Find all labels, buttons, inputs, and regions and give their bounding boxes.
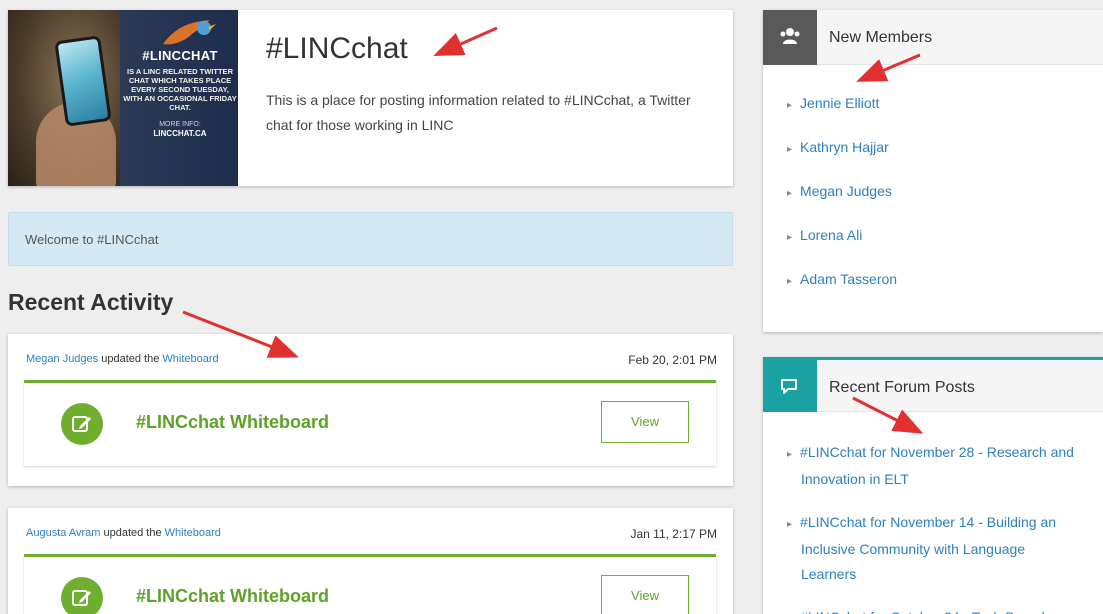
users-icon: [763, 10, 817, 65]
member-link[interactable]: Lorena Ali: [763, 227, 1103, 271]
chat-bubble-icon: [763, 360, 817, 412]
promo-hashtag: #LINCCHAT: [142, 48, 218, 63]
phone-photo: [8, 10, 120, 186]
widget-title: Recent Forum Posts: [829, 379, 975, 396]
twitter-bird-icon: [163, 20, 216, 45]
activity-timestamp: Feb 20, 2:01 PM: [628, 353, 717, 367]
whiteboard-title[interactable]: #LINCchat Whiteboard: [136, 586, 329, 607]
welcome-banner: Welcome to #LINCchat: [8, 212, 733, 266]
activity-meta: Augusta Avram updated the Whiteboard: [26, 527, 221, 539]
group-title: #LINCchat: [266, 32, 408, 65]
forum-post-link[interactable]: #LINCchat for November 28 - Research and…: [800, 440, 1079, 492]
forum-post-link[interactable]: #LINCchat for November 14 - Building an …: [800, 510, 1079, 587]
forum-post-list: #LINCchat for November 28 - Research and…: [763, 412, 1103, 614]
promo-text: #LINCCHAT IS A LINC RELATED TWITTER CHAT…: [122, 48, 238, 138]
activity-verb: updated the: [103, 527, 162, 539]
whiteboard-title[interactable]: #LINCchat Whiteboard: [136, 412, 329, 433]
member-list: Jennie Elliott Kathryn Hajjar Megan Judg…: [763, 65, 1103, 315]
whiteboard-item: #LINCchat Whiteboard View: [24, 380, 716, 466]
activity-timestamp: Jan 11, 2:17 PM: [630, 527, 718, 541]
promo-more-label: MORE INFO:: [159, 121, 201, 128]
forum-posts-widget: Recent Forum Posts #LINCchat for Novembe…: [763, 357, 1103, 614]
view-button[interactable]: View: [601, 575, 689, 614]
whiteboard-item: #LINCchat Whiteboard View: [24, 554, 716, 614]
member-link[interactable]: Jennie Elliott: [763, 95, 1103, 139]
activity-target-link[interactable]: Whiteboard: [165, 527, 221, 539]
edit-icon: [61, 577, 103, 614]
activity-user-link[interactable]: Augusta Avram: [26, 527, 100, 539]
group-description: This is a place for posting information …: [266, 92, 691, 133]
member-link[interactable]: Megan Judges: [763, 183, 1103, 227]
activity-target-link[interactable]: Whiteboard: [162, 353, 218, 365]
member-link[interactable]: Kathryn Hajjar: [763, 139, 1103, 183]
group-cover-image: #LINCCHAT IS A LINC RELATED TWITTER CHAT…: [8, 10, 238, 186]
widget-title: New Members: [829, 29, 933, 46]
activity-verb: updated the: [101, 353, 160, 365]
activity-user-link[interactable]: Megan Judges: [26, 353, 98, 365]
edit-icon: [61, 403, 103, 445]
forum-post-link[interactable]: #LINCchat for October 24 - Task-Based ..…: [800, 605, 1079, 614]
welcome-text: Welcome to #LINCchat: [25, 232, 159, 247]
member-link[interactable]: Adam Tasseron: [763, 271, 1103, 315]
activity-card: Augusta Avram updated the Whiteboard Jan…: [8, 508, 733, 614]
group-header-card: #LINCCHAT IS A LINC RELATED TWITTER CHAT…: [8, 10, 733, 186]
promo-site: LINCCHAT.CA: [153, 129, 207, 138]
view-button[interactable]: View: [601, 401, 689, 443]
widget-header: Recent Forum Posts: [763, 357, 1103, 412]
activity-card: Megan Judges updated the Whiteboard Feb …: [8, 334, 733, 486]
activity-meta: Megan Judges updated the Whiteboard: [26, 353, 219, 365]
widget-header: New Members: [763, 10, 1103, 65]
recent-activity-heading: Recent Activity: [8, 289, 174, 315]
new-members-widget: New Members Jennie Elliott Kathryn Hajja…: [763, 10, 1103, 332]
promo-description: IS A LINC RELATED TWITTER CHAT WHICH TAK…: [123, 67, 237, 112]
